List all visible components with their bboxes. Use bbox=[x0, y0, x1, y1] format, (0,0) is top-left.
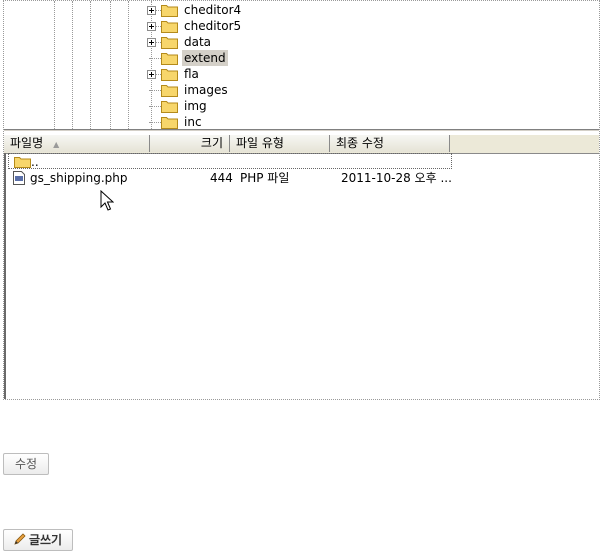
sort-ascending-icon: ▲ bbox=[53, 140, 60, 149]
expand-plus-icon[interactable] bbox=[147, 6, 156, 15]
list-item-parent-folder[interactable]: .. bbox=[8, 153, 452, 169]
php-file-icon bbox=[13, 171, 25, 185]
file-type: PHP 파일 bbox=[240, 171, 290, 185]
tree-connector-line bbox=[149, 90, 161, 91]
expand-plus-icon[interactable] bbox=[147, 70, 156, 79]
file-list-header: 파일명 ▲ 크기 파일 유형 최종 수정 bbox=[4, 135, 599, 154]
column-header-size[interactable]: 크기 bbox=[150, 135, 230, 152]
expand-plus-icon[interactable] bbox=[147, 38, 156, 47]
folder-icon bbox=[14, 157, 31, 168]
column-modified-label: 최종 수정 bbox=[336, 136, 384, 150]
tree-guide-line bbox=[110, 1, 111, 131]
tree-item-label: fla bbox=[184, 67, 199, 81]
column-type-label: 파일 유형 bbox=[236, 136, 284, 150]
column-header-type[interactable]: 파일 유형 bbox=[230, 135, 330, 152]
tree-item-label: data bbox=[184, 35, 212, 49]
column-header-name[interactable]: 파일명 ▲ bbox=[4, 135, 150, 152]
mouse-pointer-icon bbox=[100, 190, 114, 211]
tree-guide-line bbox=[90, 1, 91, 131]
folder-icon bbox=[161, 21, 178, 33]
tree-horizontal-scrollbar[interactable] bbox=[4, 129, 599, 131]
file-modified: 2011-10-28 오후 ... bbox=[341, 171, 452, 185]
tree-item-label: img bbox=[184, 99, 207, 113]
file-explorer: cheditor4 cheditor5 data extend fla images img… bbox=[3, 0, 600, 400]
edit-button-label: 수정 bbox=[14, 457, 38, 471]
folder-icon bbox=[161, 101, 178, 113]
expand-plus-icon[interactable] bbox=[147, 22, 156, 31]
tree-item-label: images bbox=[184, 83, 228, 97]
folder-icon bbox=[161, 5, 178, 17]
tree-item-label: cheditor4 bbox=[184, 3, 242, 17]
file-name: .. bbox=[31, 155, 39, 169]
tree-connector-line bbox=[149, 122, 161, 123]
folder-icon bbox=[161, 37, 178, 49]
edit-button[interactable]: 수정 bbox=[3, 453, 49, 475]
tree-guide-line bbox=[128, 1, 129, 131]
tree-guide-line bbox=[151, 1, 152, 131]
folder-icon bbox=[161, 85, 178, 97]
folder-icon bbox=[161, 53, 178, 65]
column-name-label: 파일명 bbox=[10, 136, 44, 150]
folder-tree[interactable]: cheditor4 cheditor5 data extend fla images img… bbox=[4, 1, 599, 131]
write-post-button[interactable]: 글쓰기 bbox=[3, 529, 73, 551]
tree-item-label: cheditor5 bbox=[184, 19, 242, 33]
tree-connector-line bbox=[149, 106, 161, 107]
file-name: gs_shipping.php bbox=[30, 171, 128, 185]
pencil-icon bbox=[14, 533, 26, 545]
tree-item-label: inc bbox=[184, 115, 202, 129]
column-size-label: 크기 bbox=[200, 136, 223, 150]
file-size: 444 bbox=[210, 171, 233, 185]
list-item-file[interactable]: gs_shipping.php 444 PHP 파일 2011-10-28 오후… bbox=[8, 170, 452, 186]
tree-connector-line bbox=[149, 58, 161, 59]
tree-guide-line bbox=[54, 1, 55, 131]
tree-item-label: extend bbox=[182, 50, 228, 66]
file-list[interactable]: .. gs_shipping.php 444 PHP 파일 2011-10-28… bbox=[4, 153, 601, 399]
folder-icon bbox=[161, 117, 178, 129]
tree-guide-line bbox=[72, 1, 73, 131]
column-header-modified[interactable]: 최종 수정 bbox=[330, 135, 450, 152]
write-post-button-label: 글쓰기 bbox=[28, 533, 63, 547]
folder-icon bbox=[161, 69, 178, 81]
